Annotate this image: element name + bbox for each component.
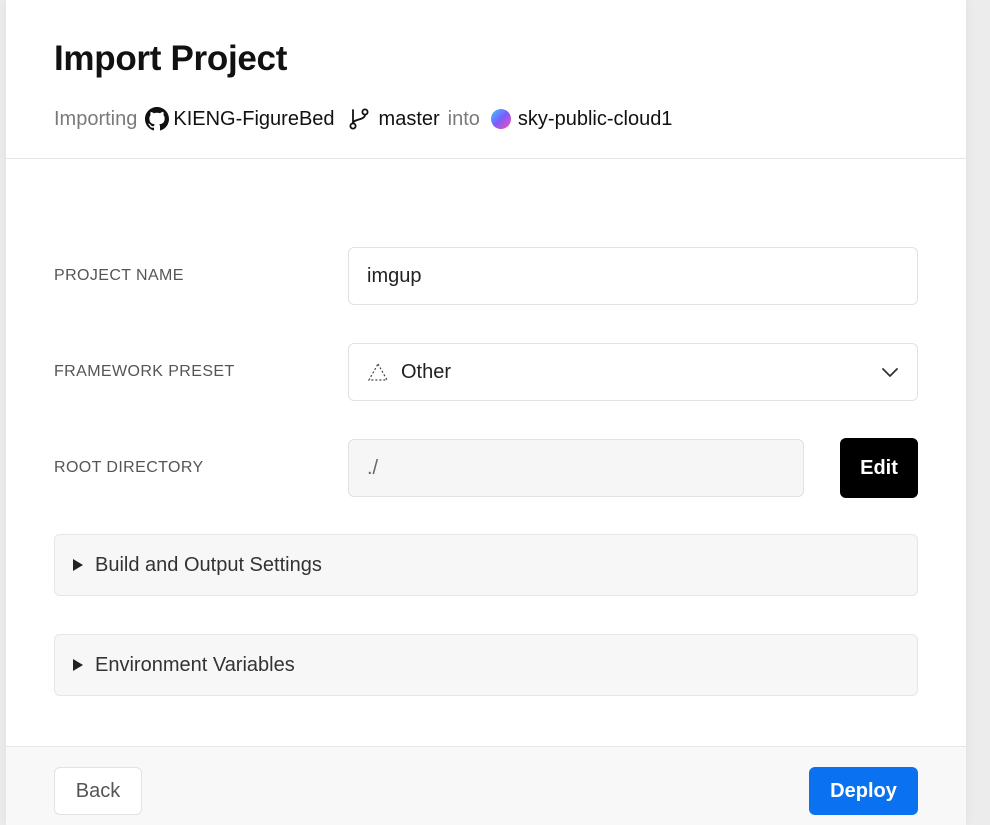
- framework-row: FRAMEWORK PRESET Other: [54, 342, 918, 402]
- triangle-right-icon: [73, 659, 83, 671]
- environment-variables-label: Environment Variables: [95, 653, 295, 676]
- into-label: into: [447, 107, 480, 130]
- project-name-input[interactable]: imgup: [348, 247, 918, 305]
- project-name-value: imgup: [367, 264, 422, 287]
- chevron-down-icon: [881, 366, 899, 378]
- root-directory-row: ROOT DIRECTORY ./ Edit: [54, 438, 918, 498]
- build-output-settings-label: Build and Output Settings: [95, 553, 322, 576]
- project-name-row: PROJECT NAME imgup: [54, 246, 918, 306]
- root-directory-label: ROOT DIRECTORY: [54, 459, 204, 476]
- git-branch-icon: [347, 106, 371, 132]
- deploy-button[interactable]: Deploy: [809, 767, 918, 815]
- page-title: Import Project: [54, 39, 288, 78]
- root-directory-input: ./: [348, 439, 804, 497]
- team-name: sky-public-cloud1: [517, 107, 673, 130]
- footer: Back Deploy: [6, 746, 966, 825]
- repo-name: KIENG-FigureBed: [173, 107, 335, 130]
- branch-name: master: [378, 107, 440, 130]
- team-avatar-icon: [490, 108, 512, 130]
- triangle-right-icon: [73, 559, 83, 571]
- framework-label: FRAMEWORK PRESET: [54, 363, 235, 380]
- other-framework-icon: [367, 362, 389, 382]
- root-directory-value: ./: [367, 456, 379, 479]
- importing-label: Importing: [54, 107, 138, 130]
- project-name-label: PROJECT NAME: [54, 267, 184, 284]
- edit-button[interactable]: Edit: [840, 438, 918, 498]
- environment-variables-toggle[interactable]: Environment Variables: [54, 634, 918, 696]
- import-meta: Importing KIENG-FigureBed master into sk…: [54, 106, 966, 132]
- import-card: Import Project Importing KIENG-FigureBed…: [6, 0, 966, 825]
- build-output-settings-toggle[interactable]: Build and Output Settings: [54, 534, 918, 596]
- framework-select[interactable]: Other: [348, 343, 918, 401]
- github-icon: [145, 107, 170, 131]
- back-button[interactable]: Back: [54, 767, 142, 815]
- framework-value: Other: [401, 360, 452, 383]
- header: Import Project Importing KIENG-FigureBed…: [6, 0, 966, 159]
